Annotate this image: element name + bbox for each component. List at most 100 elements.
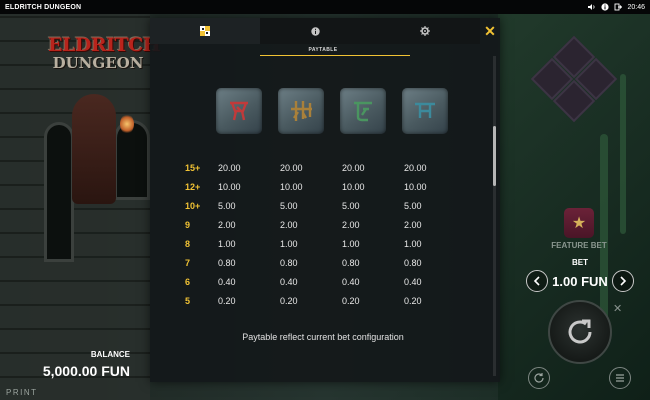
vine — [620, 74, 626, 234]
bet-decrease-button[interactable] — [526, 270, 548, 292]
payout-cell: 0.40 — [342, 276, 360, 287]
spin-button[interactable] — [548, 300, 612, 364]
payout-cell: 0.80 — [218, 257, 236, 268]
table-row: 5 0.20 0.20 0.20 0.20 — [185, 291, 466, 310]
payout-cell: 10.00 — [280, 181, 303, 192]
payout-cell: 5.00 — [218, 200, 236, 211]
payout-cell: 5.00 — [280, 200, 298, 211]
rune-claw-icon — [278, 88, 324, 134]
bet-selector: 1.00 FUN — [526, 268, 634, 294]
chevron-left-icon — [533, 276, 540, 286]
settings-icon — [420, 26, 430, 36]
row-count: 15+ — [185, 162, 201, 173]
info-icon[interactable] — [601, 3, 610, 11]
spin-icon — [568, 319, 592, 344]
payout-cell: 20.00 — [280, 162, 303, 173]
info-icon — [310, 26, 320, 36]
system-tray: 20:46 — [588, 3, 645, 11]
balance-value: 5,000.00 FUN — [42, 363, 130, 379]
payout-cell: 2.00 — [404, 219, 422, 230]
table-row: 9 2.00 2.00 2.00 2.00 — [185, 215, 466, 234]
logo-line-2: DUNGEON — [52, 54, 144, 72]
payout-cell: 0.40 — [280, 276, 298, 287]
payout-cell: 10.00 — [218, 181, 241, 192]
system-bar: ELDRITCH DUNGEON 20:46 — [0, 0, 650, 14]
payout-cell: 0.80 — [280, 257, 298, 268]
payout-cell: 1.00 — [404, 238, 422, 249]
tab-paytable[interactable] — [150, 18, 260, 44]
paytable-note: Paytable reflect current bet configurati… — [242, 332, 404, 342]
chevron-right-icon — [620, 276, 627, 286]
close-small-icon[interactable]: ✕ — [613, 302, 622, 315]
payout-cell: 5.00 — [342, 200, 360, 211]
balance: BALANCE 5,000.00 FUN — [40, 350, 130, 379]
row-count: 8 — [185, 238, 191, 249]
feature-bet[interactable]: ★ FEATURE BET — [548, 208, 610, 250]
title-underline — [260, 55, 410, 56]
hooded-figure — [72, 94, 116, 204]
payout-cell: 5.00 — [404, 200, 422, 211]
balance-label: BALANCE — [90, 350, 130, 359]
payout-cell: 2.00 — [280, 219, 298, 230]
paytable-icon — [200, 26, 210, 36]
payout-cell: 20.00 — [342, 162, 365, 173]
payout-cell: 10.00 — [404, 181, 427, 192]
menu-button[interactable] — [609, 367, 631, 389]
payout-cell: 0.20 — [342, 295, 360, 306]
close-button[interactable]: ✕ — [480, 18, 500, 44]
torch-glow — [120, 114, 134, 134]
feature-diamonds — [528, 35, 620, 142]
game-logo: ELDRITCH DUNGEON — [48, 34, 161, 100]
payout-cell: 1.00 — [218, 238, 236, 249]
row-count: 5 — [185, 295, 191, 306]
payout-cell: 0.40 — [218, 276, 236, 287]
exit-icon[interactable] — [614, 3, 623, 11]
payout-cell: 20.00 — [404, 162, 427, 173]
symbol-row — [216, 88, 448, 134]
bet-value: 1.00 FUN — [552, 273, 608, 289]
row-count: 9 — [185, 219, 191, 230]
payout-cell: 20.00 — [218, 162, 241, 173]
table-row: 15+ 20.00 20.00 20.00 20.00 — [185, 158, 466, 177]
bet-increase-button[interactable] — [611, 270, 634, 292]
table-row: 12+ 10.00 10.00 10.00 10.00 — [185, 177, 466, 196]
payout-cell: 1.00 — [342, 238, 360, 249]
autoplay-button[interactable] — [528, 367, 550, 389]
tab-settings[interactable] — [370, 18, 480, 44]
row-count: 10+ — [185, 200, 201, 211]
scrollbar-thumb[interactable] — [493, 126, 496, 186]
menu-icon — [616, 374, 624, 382]
row-count: 6 — [185, 276, 191, 287]
window-arch-right — [114, 120, 150, 200]
modal-tabs: ✕ — [150, 18, 500, 44]
paytable-grid: 15+ 20.00 20.00 20.00 20.00 12+ 10.00 10… — [185, 158, 466, 310]
row-count: 7 — [185, 257, 191, 268]
rune-hook-icon — [340, 88, 386, 134]
table-row: 8 1.00 1.00 1.00 1.00 — [185, 234, 466, 253]
print-button[interactable]: PRINT — [6, 388, 38, 397]
rune-gate-icon — [402, 88, 448, 134]
payout-cell: 0.20 — [280, 295, 298, 306]
window-arch-left — [44, 122, 74, 262]
rune-eye-icon — [216, 88, 262, 134]
paytable-modal: ✕ PAYTABLE 15+ 20.00 20.00 20.00 20.00 1… — [150, 18, 500, 382]
logo-line-1: ELDRITCH — [48, 34, 161, 56]
app-title: ELDRITCH DUNGEON — [5, 3, 82, 11]
payout-cell: 0.80 — [342, 257, 360, 268]
scrollbar[interactable] — [493, 56, 496, 376]
table-row: 6 0.40 0.40 0.40 0.40 — [185, 272, 466, 291]
payout-cell: 0.20 — [404, 295, 422, 306]
payout-cell: 2.00 — [342, 219, 360, 230]
paytable-title: PAYTABLE — [308, 47, 338, 53]
payout-cell: 0.80 — [404, 257, 422, 268]
feature-bet-label: FEATURE BET — [551, 241, 607, 250]
tab-info[interactable] — [260, 18, 370, 44]
table-row: 10+ 5.00 5.00 5.00 5.00 — [185, 196, 466, 215]
clock: 20:46 — [627, 3, 645, 11]
sound-icon[interactable] — [588, 3, 596, 11]
bet-label: BET — [572, 258, 588, 267]
star-icon: ★ — [564, 208, 594, 238]
table-row: 7 0.80 0.80 0.80 0.80 — [185, 253, 466, 272]
autoplay-icon — [534, 373, 544, 383]
row-count: 12+ — [185, 181, 201, 192]
